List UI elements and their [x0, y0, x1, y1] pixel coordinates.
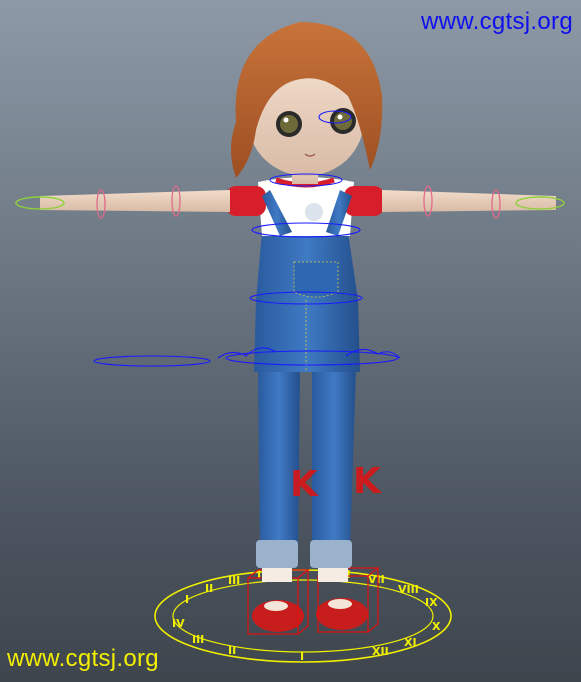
- svg-text:III: III: [192, 633, 204, 646]
- sock-right: [318, 566, 348, 582]
- watermark-bottom: www.cgtsj.org: [7, 645, 159, 672]
- sock-left: [262, 566, 292, 582]
- svg-text:II: II: [205, 582, 213, 595]
- svg-text:III: III: [228, 574, 240, 587]
- svg-text:X: X: [432, 620, 441, 633]
- svg-text:XI: XI: [404, 636, 417, 649]
- svg-text:IX: IX: [425, 596, 438, 609]
- svg-text:IV: IV: [172, 617, 185, 630]
- svg-text:I: I: [300, 650, 304, 663]
- svg-text:II: II: [228, 644, 236, 657]
- ik-handle-left: K: [290, 464, 319, 505]
- watermark-top: www.cgtsj.org: [421, 8, 573, 35]
- 3d-viewport[interactable]: III IIIIV VIVII VIIIIX XXI XIII IIIII IV: [0, 0, 581, 682]
- svg-text:I: I: [185, 593, 189, 606]
- ik-handle-right: K: [353, 461, 382, 502]
- svg-text:VII: VII: [368, 573, 385, 586]
- svg-text:VIII: VIII: [398, 583, 419, 596]
- head: [231, 22, 383, 178]
- character-rig-scene[interactable]: III IIIIV VIVII VIIIIX XXI XIII IIIII IV: [0, 0, 581, 682]
- svg-text:XII: XII: [372, 645, 389, 658]
- shoes: [252, 598, 368, 632]
